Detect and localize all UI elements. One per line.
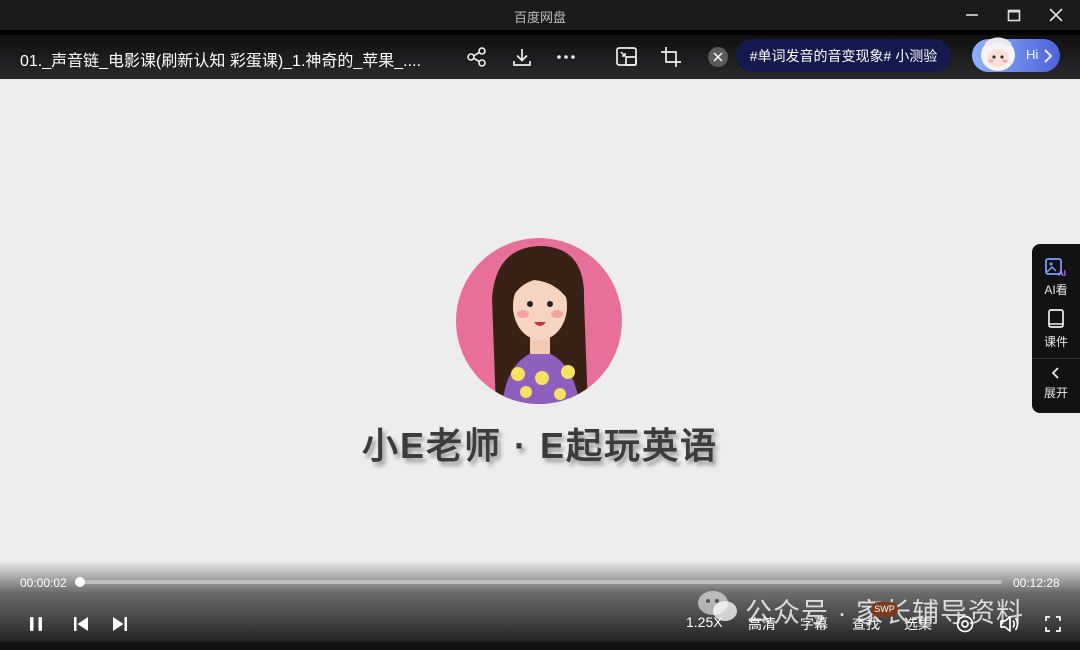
crop-button[interactable] [659,45,683,69]
picture-in-picture-icon [616,47,637,66]
view-icon [956,615,974,633]
current-time: 00:00:02 [20,576,67,590]
chevron-left-icon [1051,367,1059,379]
quality-button[interactable]: 高清 [748,614,776,634]
courseware-button[interactable]: 课件 [1032,308,1080,350]
svg-text:AI: AI [1058,269,1066,278]
more-button[interactable] [554,45,578,69]
view-mode-button[interactable] [953,612,977,636]
teacher-logo [456,238,622,404]
fullscreen-icon [1045,616,1061,632]
maximize-icon [1007,9,1021,22]
previous-icon [74,617,88,631]
maximize-button[interactable] [992,0,1036,30]
volume-icon [1000,616,1019,632]
episodes-button[interactable]: 选集 [904,614,932,634]
crop-icon [661,47,681,67]
more-icon [557,55,575,59]
minimize-icon [966,14,978,16]
hi-label: Hi [1026,47,1039,62]
video-title: 01._声音链_电影课(刷新认知 彩蛋课)_1.神奇的_苹果_.... [20,53,421,70]
previous-button[interactable] [69,612,93,636]
picture-in-picture-button[interactable] [615,45,639,69]
next-icon [113,617,127,631]
fullscreen-button[interactable] [1041,612,1065,636]
progress-bar[interactable] [77,580,1002,584]
share-icon [467,47,486,67]
expand-label: 展开 [1043,386,1068,400]
book-icon [1048,309,1064,328]
window-titlebar: 百度网盘 [0,0,1080,30]
side-divider [1032,358,1080,359]
ai-assistant-button[interactable]: Hi [972,37,1060,72]
ai-view-button[interactable]: AI AI看 [1032,256,1080,298]
brand-text: 小E老师 · E起玩英语 [361,425,719,466]
speed-button[interactable]: 1.25X [686,614,723,630]
ai-image-icon: AI [1045,258,1066,278]
video-bottom-edge [0,642,1080,650]
next-button[interactable] [108,612,132,636]
courseware-label: 课件 [1043,335,1068,349]
quiz-promo-button[interactable]: #单词发音的音变现象# 小测验 [736,39,951,72]
close-icon [1049,8,1063,22]
subtitle-button[interactable]: 字幕 [800,614,828,634]
chevron-right-icon [1044,49,1053,63]
download-button[interactable] [510,45,534,69]
teacher-illustration [492,246,588,404]
progress-handle[interactable] [74,577,85,587]
pause-button[interactable] [24,612,48,636]
download-icon [513,49,531,66]
assistant-avatar-icon [981,37,1015,71]
side-panel: AI AI看 课件 展开 [1032,244,1080,413]
ai-view-label: AI看 [1044,283,1068,297]
close-window-button[interactable] [1034,0,1078,30]
search-button[interactable]: 查找 [852,614,880,634]
share-button[interactable] [465,45,489,69]
expand-button[interactable]: 展开 [1032,365,1080,401]
video-surface[interactable]: 小E老师 · E起玩英语 [0,35,1080,642]
volume-button[interactable] [998,612,1022,636]
dismiss-promo-button[interactable] [708,47,728,67]
dismiss-icon [713,52,723,62]
pause-icon [30,617,42,631]
player-top-bar: 01._声音链_电影课(刷新认知 彩蛋课)_1.神奇的_苹果_.... #单词发… [0,35,1080,79]
minimize-button[interactable] [950,0,994,30]
app-title: 百度网盘 [513,10,566,25]
